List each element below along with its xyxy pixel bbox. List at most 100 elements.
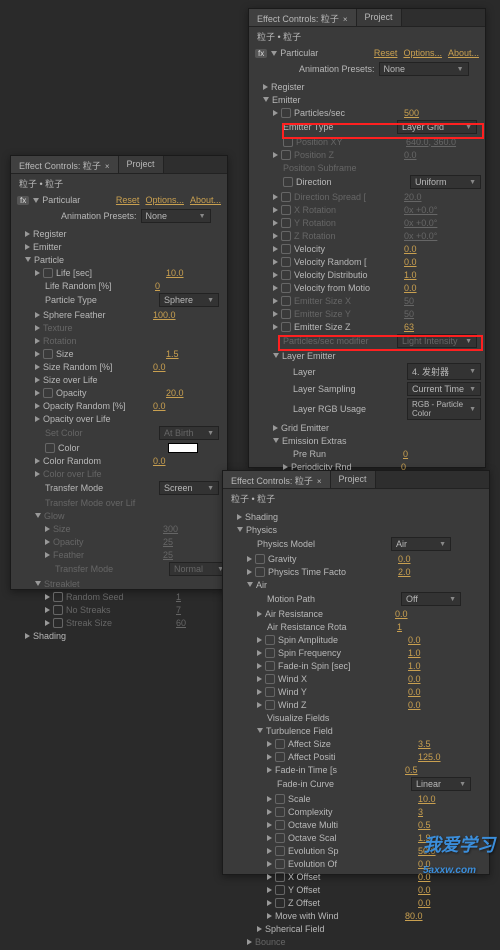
- disclosure-icon[interactable]: [273, 152, 278, 158]
- disclosure-icon[interactable]: [267, 913, 272, 919]
- tab-effect-controls[interactable]: Effect Controls: 粒子×: [249, 9, 357, 26]
- preset-dropdown[interactable]: None▼: [379, 62, 469, 76]
- disclosure-icon[interactable]: [267, 861, 272, 867]
- disclosure-icon[interactable]: [25, 231, 30, 237]
- disclosure-icon[interactable]: [267, 874, 272, 880]
- disclosure-icon[interactable]: [273, 233, 278, 239]
- disclosure-icon[interactable]: [273, 259, 278, 265]
- disclosure-icon[interactable]: [267, 754, 272, 760]
- emitter-group[interactable]: Emitter: [272, 95, 301, 105]
- disclosure-icon[interactable]: [273, 353, 279, 358]
- fadein-spin-value[interactable]: 1.0: [408, 661, 421, 671]
- disclosure-icon[interactable]: [25, 244, 30, 250]
- disclosure-icon[interactable]: [257, 676, 262, 682]
- stopwatch-icon[interactable]: [43, 388, 53, 398]
- stopwatch-icon[interactable]: [275, 820, 285, 830]
- stopwatch-icon[interactable]: [281, 108, 291, 118]
- streaklet-random-value[interactable]: 1: [176, 592, 181, 602]
- wind-x-value[interactable]: 0.0: [408, 674, 421, 684]
- y-offset-value[interactable]: 0.0: [418, 885, 431, 895]
- particles-modifier-dropdown[interactable]: Light Intensity▼: [397, 334, 477, 348]
- close-icon[interactable]: ×: [343, 15, 348, 24]
- stopwatch-icon[interactable]: [281, 231, 291, 241]
- stopwatch-icon[interactable]: [275, 898, 285, 908]
- disclosure-icon[interactable]: [257, 702, 262, 708]
- stopwatch-icon[interactable]: [281, 218, 291, 228]
- disclosure-icon[interactable]: [35, 351, 40, 357]
- stopwatch-icon[interactable]: [255, 554, 265, 564]
- disclosure-icon[interactable]: [267, 796, 272, 802]
- stopwatch-icon[interactable]: [265, 648, 275, 658]
- opacity-value[interactable]: 20.0: [166, 388, 184, 398]
- disclosure-icon[interactable]: [45, 539, 50, 545]
- register-group[interactable]: Register: [271, 82, 305, 92]
- effect-header[interactable]: fxParticularResetOptions...About...: [11, 193, 227, 207]
- stopwatch-icon[interactable]: [281, 322, 291, 332]
- wind-y-value[interactable]: 0.0: [408, 687, 421, 697]
- stopwatch-icon[interactable]: [275, 885, 285, 895]
- disclosure-icon[interactable]: [247, 569, 252, 575]
- preset-dropdown[interactable]: None▼: [141, 209, 211, 223]
- stopwatch-icon[interactable]: [43, 349, 53, 359]
- affect-size-value[interactable]: 3.5: [418, 739, 431, 749]
- disclosure-icon[interactable]: [257, 689, 262, 695]
- size-value[interactable]: 1.5: [166, 349, 179, 359]
- affect-positi-value[interactable]: 125.0: [418, 752, 441, 762]
- disclosure-icon[interactable]: [257, 650, 262, 656]
- disclosure-icon[interactable]: [45, 526, 50, 532]
- disclosure-icon[interactable]: [33, 198, 39, 203]
- disclosure-icon[interactable]: [237, 527, 243, 532]
- stopwatch-icon[interactable]: [275, 752, 285, 762]
- disclosure-icon[interactable]: [273, 285, 278, 291]
- disclosure-icon[interactable]: [35, 416, 40, 422]
- disclosure-icon[interactable]: [247, 582, 253, 587]
- velocity-motion-value[interactable]: 0.0: [404, 283, 417, 293]
- direction-spread-value[interactable]: 20.0: [404, 192, 422, 202]
- disclosure-icon[interactable]: [267, 809, 272, 815]
- disclosure-icon[interactable]: [273, 311, 278, 317]
- disclosure-icon[interactable]: [267, 835, 272, 841]
- physics-group[interactable]: Physics: [246, 525, 277, 535]
- glow-transfer-dropdown[interactable]: Normal▼: [169, 562, 227, 576]
- stopwatch-icon[interactable]: [255, 567, 265, 577]
- size-over-life-group[interactable]: Size over Life: [43, 375, 98, 385]
- scale-value[interactable]: 10.0: [418, 794, 436, 804]
- set-color-dropdown[interactable]: At Birth▼: [159, 426, 219, 440]
- particle-group[interactable]: Particle: [34, 255, 64, 265]
- layer-emitter-group[interactable]: Layer Emitter: [282, 351, 336, 361]
- wind-z-value[interactable]: 0.0: [408, 700, 421, 710]
- grid-emitter-group[interactable]: Grid Emitter: [281, 423, 329, 433]
- disclosure-icon[interactable]: [35, 581, 41, 586]
- stopwatch-icon[interactable]: [45, 443, 55, 453]
- z-rotation-value[interactable]: 0x +0.0°: [404, 231, 437, 241]
- emission-extras-group[interactable]: Emission Extras: [282, 436, 347, 446]
- glow-group[interactable]: Glow: [44, 511, 65, 521]
- disclosure-icon[interactable]: [273, 207, 278, 213]
- about-link[interactable]: About...: [190, 195, 221, 205]
- disclosure-icon[interactable]: [45, 552, 50, 558]
- disclosure-icon[interactable]: [267, 741, 272, 747]
- disclosure-icon[interactable]: [35, 458, 40, 464]
- disclosure-icon[interactable]: [35, 325, 40, 331]
- register-group[interactable]: Register: [33, 229, 67, 239]
- emitter-size-z-value[interactable]: 63: [404, 322, 414, 332]
- velocity-random-value[interactable]: 0.0: [404, 257, 417, 267]
- disclosure-icon[interactable]: [273, 425, 278, 431]
- disclosure-icon[interactable]: [35, 377, 40, 383]
- life-random-value[interactable]: 0: [155, 281, 160, 291]
- stopwatch-icon[interactable]: [283, 177, 293, 187]
- disclosure-icon[interactable]: [273, 246, 278, 252]
- streaklet-size-value[interactable]: 60: [176, 618, 186, 628]
- tab-project[interactable]: Project: [357, 9, 402, 26]
- stopwatch-icon[interactable]: [281, 296, 291, 306]
- disclosure-icon[interactable]: [35, 471, 40, 477]
- disclosure-icon[interactable]: [35, 364, 40, 370]
- stopwatch-icon[interactable]: [275, 794, 285, 804]
- stopwatch-icon[interactable]: [281, 309, 291, 319]
- move-with-wind-value[interactable]: 80.0: [405, 911, 423, 921]
- reset-link[interactable]: Reset: [374, 48, 398, 58]
- stopwatch-icon[interactable]: [53, 618, 63, 628]
- layer-dropdown[interactable]: 4. 发射器▼: [407, 363, 481, 380]
- stopwatch-icon[interactable]: [265, 661, 275, 671]
- shading-group[interactable]: Shading: [245, 512, 278, 522]
